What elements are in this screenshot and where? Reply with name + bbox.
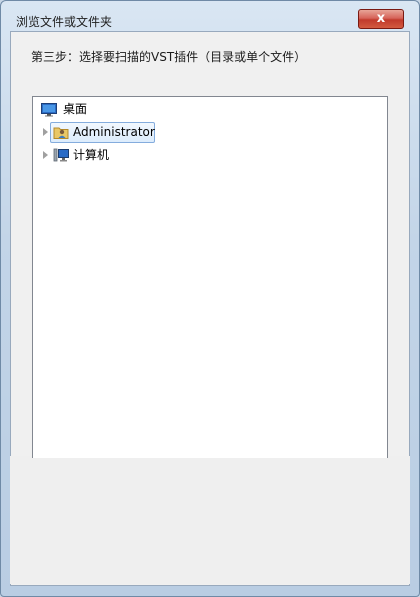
computer-icon bbox=[53, 148, 69, 162]
expand-arrow-icon[interactable] bbox=[43, 128, 48, 136]
expand-arrow-icon[interactable] bbox=[43, 151, 48, 159]
instruction-text: 第三步：选择要扫描的VST插件（目录或单个文件） bbox=[31, 50, 307, 64]
tree-item-label: Administrator bbox=[73, 125, 155, 139]
dialog-title: 浏览文件或文件夹 bbox=[16, 15, 113, 29]
browse-folder-dialog: 浏览文件或文件夹 x 第三步：选择要扫描的VST插件（目录或单个文件） 桌面 A… bbox=[0, 0, 420, 597]
close-icon: x bbox=[376, 11, 386, 26]
tree-item-label: 桌面 bbox=[63, 102, 88, 116]
tree-item-label: 计算机 bbox=[73, 148, 110, 162]
close-button[interactable]: x bbox=[358, 9, 404, 29]
title-bar[interactable]: 浏览文件或文件夹 x bbox=[1, 1, 419, 29]
user-folder-icon bbox=[53, 127, 69, 139]
dialog-button-area bbox=[10, 456, 410, 584]
desktop-icon bbox=[41, 103, 57, 117]
